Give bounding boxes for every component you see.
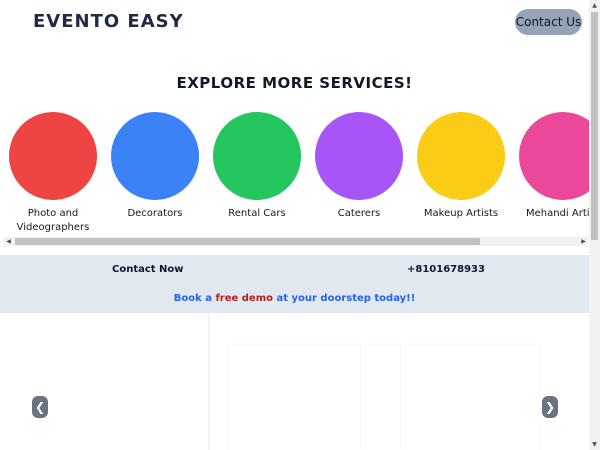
scroll-down-arrow-icon[interactable]: ▼: [589, 439, 600, 450]
demo-suffix: at your doorstep today!!: [276, 293, 416, 304]
featured-carousel: ❮ ❯: [0, 313, 589, 450]
service-item-mehandi-artists[interactable]: Mehandi Artists: [512, 112, 589, 221]
service-label: Rental Cars: [228, 208, 286, 219]
carousel-card[interactable]: [406, 345, 538, 450]
service-item-makeup-artists[interactable]: Makeup Artists: [410, 112, 512, 221]
services-title: EXPLORE MORE SERVICES!: [176, 74, 413, 92]
service-image[interactable]: [417, 112, 505, 200]
carousel-prev-button[interactable]: ❮: [32, 396, 48, 418]
contact-us-button[interactable]: Contact Us: [515, 9, 582, 35]
page-vertical-scrollbar[interactable]: ▲ ▼: [589, 0, 600, 450]
service-image[interactable]: [9, 112, 97, 200]
carousel-next-button[interactable]: ❯: [542, 396, 558, 418]
service-item-rental-cars[interactable]: Rental Cars: [206, 112, 308, 221]
carousel-divider: [208, 313, 210, 450]
demo-booking-text: Book a free demo at your doorstep today!…: [0, 293, 589, 304]
service-item-decorators[interactable]: Decorators: [104, 112, 206, 221]
service-image[interactable]: [213, 112, 301, 200]
carousel-card[interactable]: [230, 345, 360, 450]
scroll-right-arrow-icon[interactable]: ▶: [579, 237, 588, 246]
service-label: Decorators: [127, 208, 183, 219]
scroll-left-arrow-icon[interactable]: ◀: [4, 237, 13, 246]
contact-band: Contact Now +8101678933 Book a free demo…: [0, 255, 589, 313]
service-label: Makeup Artists: [423, 208, 499, 219]
service-label: Caterers: [337, 208, 381, 219]
brand-logo[interactable]: EVENTO EASY: [33, 11, 184, 32]
service-item-caterers[interactable]: Caterers: [308, 112, 410, 221]
horizontal-scroll-thumb[interactable]: [15, 238, 480, 245]
service-image[interactable]: [111, 112, 199, 200]
service-label: Photo and Videographers: [16, 208, 90, 233]
header: EVENTO EASY Contact Us: [0, 0, 589, 50]
service-item-photo-videographers[interactable]: Photo and Videographers: [2, 112, 104, 235]
carousel-card[interactable]: [366, 345, 400, 450]
service-image[interactable]: [315, 112, 403, 200]
vertical-scroll-thumb[interactable]: [591, 12, 598, 240]
page: EVENTO EASY Contact Us EXPLORE MORE SERV…: [0, 0, 589, 450]
contact-phone-number[interactable]: +8101678933: [407, 264, 485, 275]
free-demo-highlight: free demo: [215, 293, 273, 304]
services-carousel[interactable]: Photo and Videographers Decorators Renta…: [0, 112, 589, 236]
scroll-up-arrow-icon[interactable]: ▲: [589, 0, 600, 11]
demo-prefix: Book a: [173, 293, 212, 304]
contact-now-label: Contact Now: [112, 264, 184, 275]
service-label: Mehandi Artists: [526, 208, 589, 219]
services-horizontal-scrollbar[interactable]: ◀ ▶: [4, 237, 588, 246]
service-image[interactable]: [519, 112, 589, 200]
